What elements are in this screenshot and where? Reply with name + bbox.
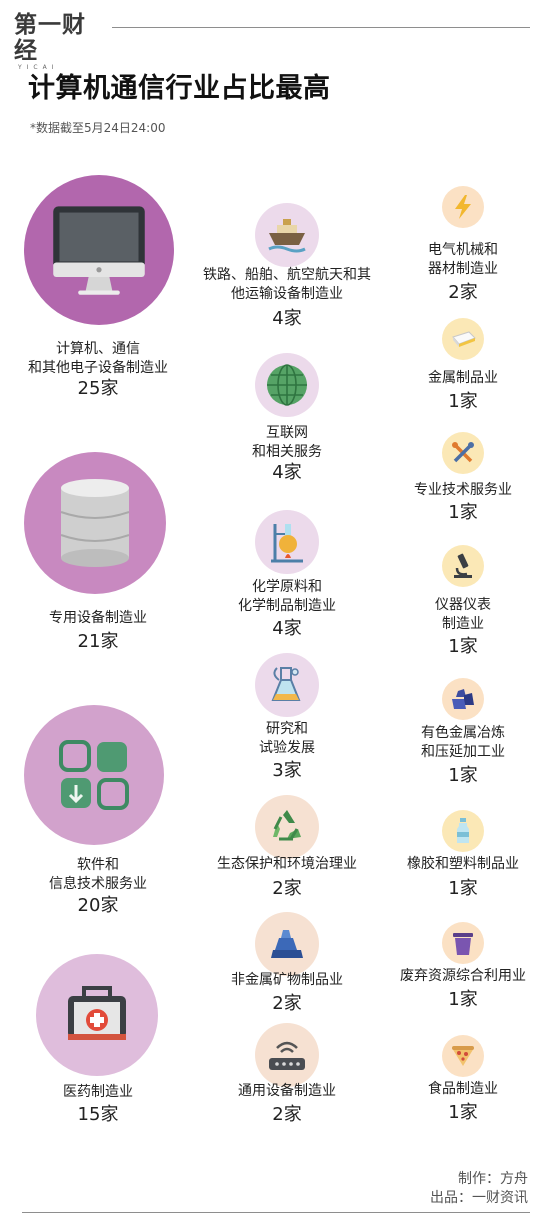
monitor-icon — [53, 206, 145, 295]
industry-count: 1家 — [448, 878, 478, 899]
lightning-icon-badge — [442, 186, 484, 228]
data-note: *数据截至5月24日24:00 — [30, 121, 166, 135]
metal-bar-icon-badge — [442, 318, 484, 360]
industry-label: 橡胶和塑料制品业 — [407, 856, 519, 872]
industry-count: 21家 — [77, 631, 119, 652]
industry-count: 20家 — [77, 895, 119, 916]
ship-icon — [268, 219, 306, 253]
mineral-icon-badge — [255, 912, 319, 976]
industry-count: 1家 — [448, 989, 478, 1010]
lightning-icon — [455, 195, 471, 219]
industry-count: 1家 — [448, 1102, 478, 1123]
industry-label: 铁路、船舶、航空航天和其 他运输设备制造业 — [203, 267, 371, 302]
router-icon — [269, 1041, 305, 1070]
ship-icon-badge — [255, 203, 319, 267]
industry-label: 化学原料和 化学制品制造业 — [238, 579, 336, 614]
medical-kit-icon — [68, 986, 126, 1040]
industry-label: 计算机、通信 和其他电子设备制造业 — [28, 341, 168, 376]
tools-icon — [452, 442, 474, 463]
trash-bin-icon — [453, 933, 473, 955]
globe-icon-badge — [255, 353, 319, 417]
database-icon-badge — [24, 452, 166, 594]
recycle-icon — [273, 810, 301, 841]
industry-count: 15家 — [77, 1104, 119, 1125]
microscope-icon — [454, 553, 472, 578]
industry-label: 软件和 信息技术服务业 — [49, 857, 147, 892]
pizza-icon-badge — [442, 1035, 484, 1077]
industry-label: 有色金属冶炼 和压延加工业 — [421, 725, 505, 760]
flask-burner-icon — [271, 524, 303, 563]
industry-count: 2家 — [448, 282, 478, 303]
industry-label: 专业技术服务业 — [414, 482, 512, 498]
industry-label: 研究和 试验发展 — [259, 721, 315, 756]
apps-icon-badge — [24, 705, 164, 845]
footer-divider — [22, 1212, 530, 1213]
lab-flask-icon — [271, 667, 301, 701]
bottle-icon-badge — [442, 810, 484, 852]
apps-icon — [59, 740, 129, 810]
medical-kit-icon-badge — [36, 954, 158, 1076]
header-divider — [112, 27, 530, 28]
industry-count: 2家 — [272, 878, 302, 899]
industry-label: 电气机械和 器材制造业 — [428, 242, 498, 277]
tools-icon-badge — [442, 432, 484, 474]
industry-label: 金属制品业 — [428, 370, 498, 386]
pizza-icon — [452, 1046, 474, 1066]
industry-label: 专用设备制造业 — [49, 610, 147, 626]
industry-label: 医药制造业 — [63, 1084, 133, 1100]
industry-count: 1家 — [448, 636, 478, 657]
footer-author: 制作：方舟 — [458, 1171, 528, 1187]
industry-label: 废弃资源综合利用业 — [400, 968, 526, 984]
database-icon — [60, 479, 130, 567]
industry-label: 食品制造业 — [428, 1081, 498, 1097]
lab-flask-icon-badge — [255, 653, 319, 717]
industry-count: 1家 — [448, 502, 478, 523]
microscope-icon-badge — [442, 545, 484, 587]
industry-count: 2家 — [272, 1104, 302, 1125]
yicai-logo: 第一财经 YICAI — [14, 12, 104, 72]
industry-label: 互联网 和相关服务 — [252, 425, 322, 460]
industry-count: 25家 — [77, 378, 119, 399]
industry-count: 2家 — [272, 993, 302, 1014]
footer-source: 出品：一财资讯 — [430, 1190, 528, 1206]
industry-count: 4家 — [272, 618, 302, 639]
monitor-icon-badge — [24, 175, 174, 325]
industry-count: 1家 — [448, 765, 478, 786]
industry-count: 1家 — [448, 391, 478, 412]
page-title: 计算机通信行业占比最高 — [28, 73, 331, 104]
router-icon-badge — [255, 1023, 319, 1087]
recycle-icon-badge — [255, 795, 319, 859]
industry-count: 4家 — [272, 462, 302, 483]
flask-burner-icon-badge — [255, 510, 319, 574]
industry-label: 通用设备制造业 — [238, 1083, 336, 1099]
ore-icon — [452, 689, 474, 709]
mineral-icon — [271, 930, 303, 958]
industry-count: 3家 — [272, 760, 302, 781]
industry-label: 生态保护和环境治理业 — [217, 856, 357, 872]
industry-label: 非金属矿物制品业 — [231, 972, 343, 988]
globe-icon — [267, 364, 307, 406]
metal-bar-icon — [452, 331, 476, 347]
bottle-icon — [457, 818, 469, 843]
industry-label: 仪器仪表 制造业 — [435, 597, 491, 632]
ore-icon-badge — [442, 678, 484, 720]
logo-text: 第一财经 — [14, 11, 86, 64]
industry-count: 4家 — [272, 308, 302, 329]
trash-bin-icon-badge — [442, 922, 484, 964]
